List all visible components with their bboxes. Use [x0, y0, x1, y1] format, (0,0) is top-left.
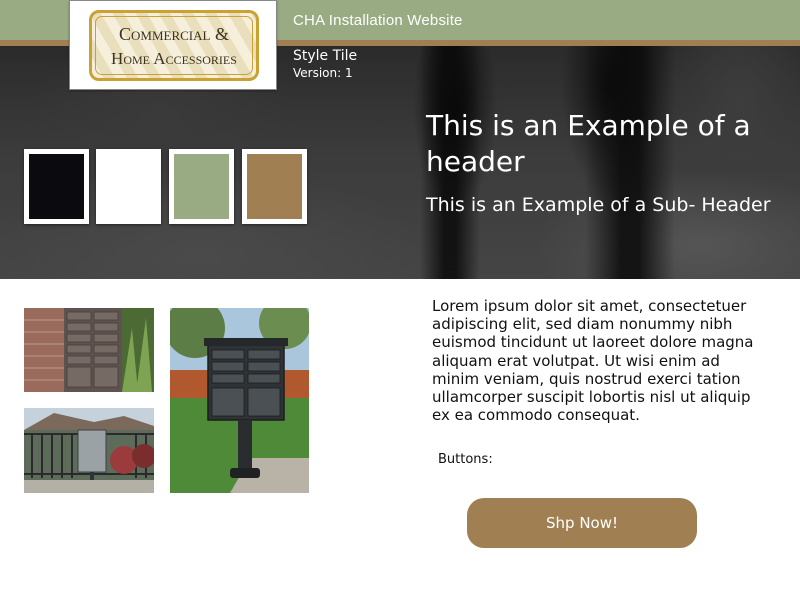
site-title: CHA Installation Website — [293, 12, 463, 29]
logo-text-line2: Home Accessories — [111, 49, 237, 68]
color-swatch-white — [96, 149, 161, 224]
color-swatch-green — [169, 149, 234, 224]
logo-plate: Commercial & Home Accessories — [89, 10, 259, 81]
buttons-label: Buttons: — [438, 452, 493, 467]
mailbox-wall-photo — [24, 308, 154, 392]
color-swatch-brown — [242, 149, 307, 224]
cluster-mailbox-photo — [170, 308, 309, 493]
example-header: This is an Example of a header — [426, 109, 751, 178]
color-swatch-black — [24, 149, 89, 224]
mailbox-fence-photo — [24, 408, 154, 493]
site-logo[interactable]: Commercial & Home Accessories — [69, 0, 277, 90]
shop-now-button[interactable]: Shp Now! — [467, 498, 697, 548]
example-subheader: This is an Example of a Sub- Header — [426, 194, 771, 216]
style-tile-title: Style Tile — [293, 48, 358, 64]
style-tile-version: Version: 1 — [293, 66, 353, 80]
body-paragraph: Lorem ipsum dolor sit amet, consectetuer… — [432, 297, 754, 425]
logo-text-line1: Commercial & — [119, 24, 229, 44]
